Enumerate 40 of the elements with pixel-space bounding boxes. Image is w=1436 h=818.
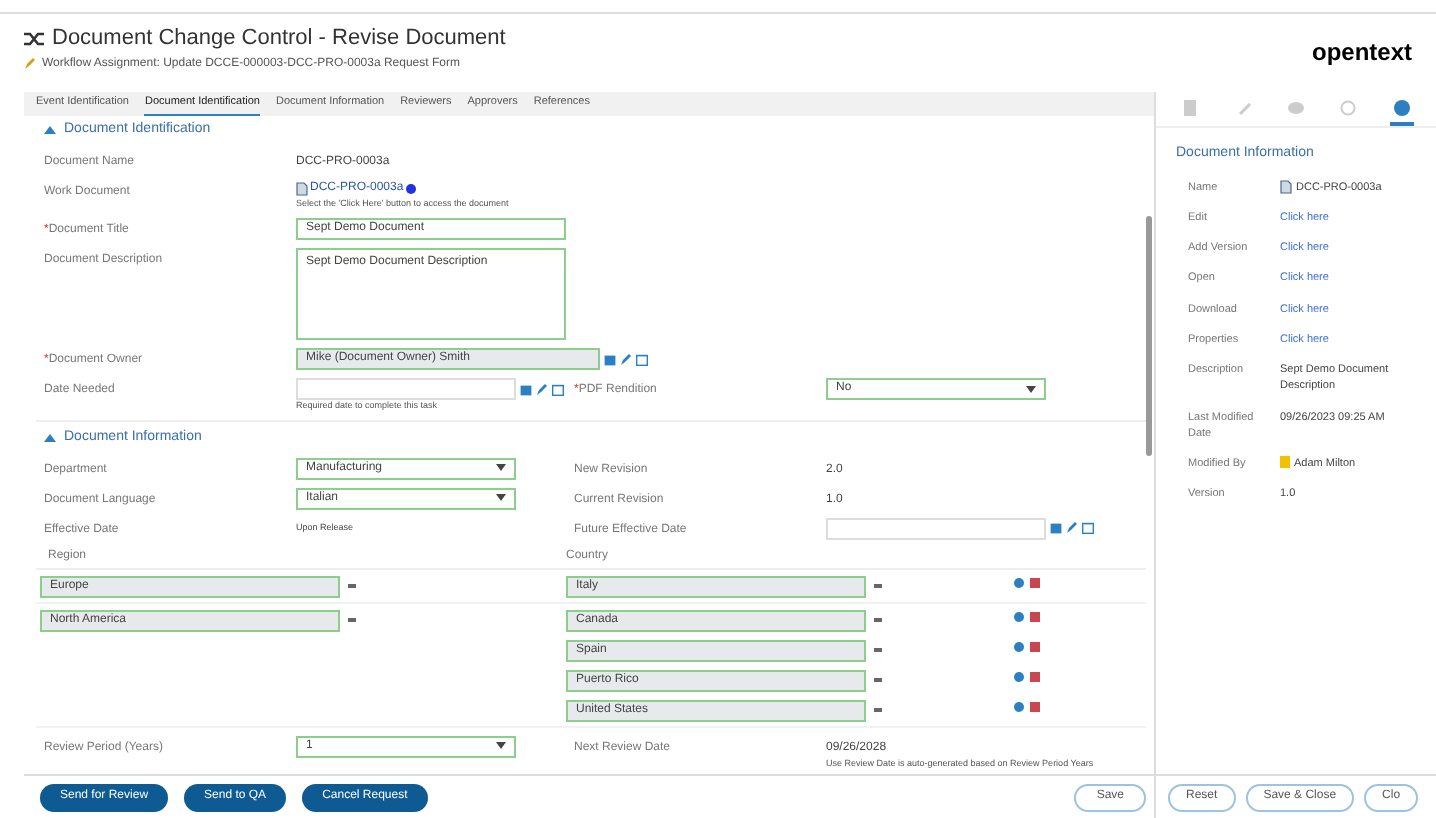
remove-icon[interactable] [1030,611,1040,621]
document-icon [296,181,308,195]
add-icon[interactable] [1014,701,1024,711]
caret-up-icon[interactable] [44,126,56,135]
date-field[interactable] [296,378,516,401]
logo: opentext [1311,36,1412,70]
caret-down-icon [496,742,506,750]
pencil-icon[interactable] [620,353,632,366]
caret-up-icon[interactable] [44,434,56,443]
calendar-icon[interactable] [604,353,616,366]
add-icon[interactable] [1014,577,1024,587]
pencil-icon[interactable] [1066,522,1078,534]
date-field[interactable] [826,517,1046,539]
add-icon[interactable] [1014,641,1024,651]
calendar-icon[interactable] [520,383,532,396]
calendar-icon[interactable] [636,353,648,366]
calendar-icon[interactable] [1082,522,1094,534]
pencil-icon [24,58,36,70]
add-icon[interactable] [1014,671,1024,681]
add-icon[interactable] [1014,611,1024,621]
shuffle-icon [24,29,44,48]
info-icon [1393,99,1410,115]
remove-icon[interactable] [1030,701,1040,711]
circle-icon [1340,99,1357,115]
caret-down-icon [496,464,506,472]
scrollbar-thumb[interactable] [1146,216,1152,456]
remove-icon[interactable] [1030,577,1040,587]
calendar-icon[interactable] [552,383,564,396]
document-icon [1182,99,1199,115]
page-title: Document Change Control - Revise Document [52,24,506,54]
user-icon [1280,456,1290,468]
caret-down-icon [496,494,506,502]
pencil-icon[interactable] [536,383,548,396]
calendar-icon[interactable] [1050,522,1062,534]
info-dot-icon[interactable] [405,183,416,193]
caret-down-icon [1026,385,1036,394]
chat-icon [1287,99,1304,115]
remove-icon[interactable] [1030,671,1040,681]
remove-icon[interactable] [1030,641,1040,651]
document-icon [1280,179,1292,193]
